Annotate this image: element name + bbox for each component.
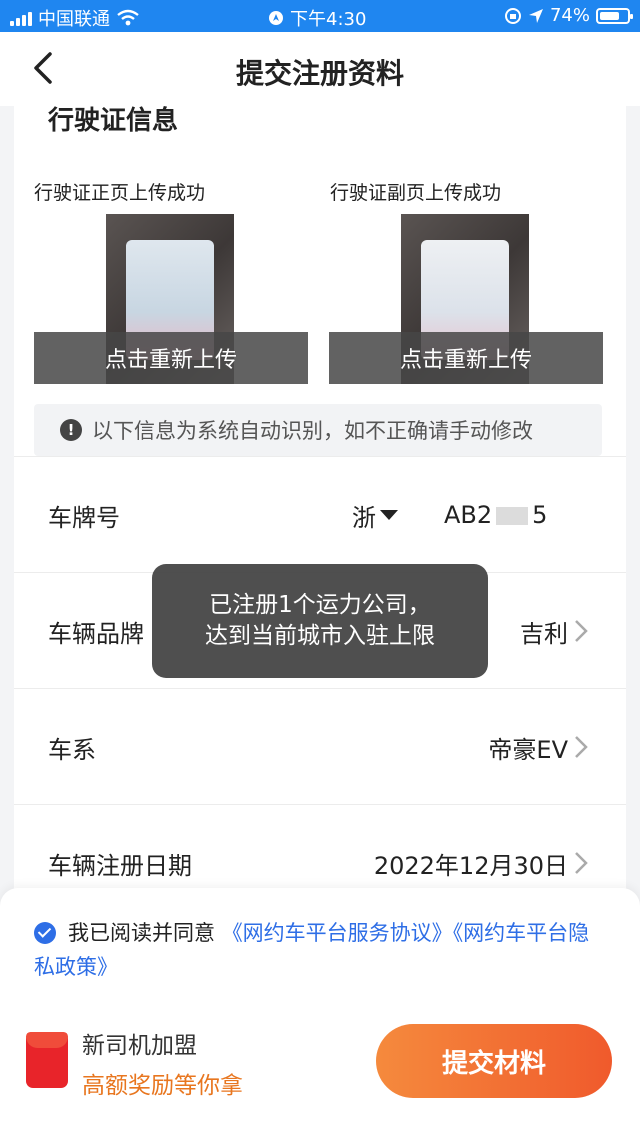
section-title: 行驶证信息 <box>48 106 179 136</box>
plate-number-suffix: 5 <box>532 501 548 529</box>
toast-line-2: 达到当前城市入驻上限 <box>205 623 435 649</box>
chevron-right-icon <box>575 620 588 642</box>
triangle-down-icon <box>380 510 398 520</box>
wifi-icon <box>117 9 139 26</box>
status-center: 下午4:30 <box>268 5 366 31</box>
battery-icon <box>596 7 633 24</box>
plate-label: 车牌号 <box>48 503 120 532</box>
reg-date-value: 2022年12月30日 <box>373 851 568 880</box>
location-icon <box>528 8 543 23</box>
agreement-prefix: 我已阅读并同意 <box>68 921 215 945</box>
promo-title: 新司机加盟 <box>82 1033 197 1059</box>
chevron-right-icon <box>575 736 588 758</box>
page-title: 提交注册资料 <box>235 57 404 90</box>
agreement: 我已阅读并同意 《网约车平台服务协议》《网约车平台隐私政策》 <box>34 916 604 984</box>
limit-toast: 已注册1个运力公司， 达到当前城市入驻上限 <box>152 564 488 678</box>
reg-date-label: 车辆注册日期 <box>48 851 192 880</box>
bottom-panel: 我已阅读并同意 《网约车平台服务协议》《网约车平台隐私政策》 新司机加盟 高额奖… <box>0 888 640 1137</box>
brand-value: 吉利 <box>520 619 568 648</box>
battery-percent: 74% <box>549 5 590 26</box>
signal-icon <box>10 10 32 26</box>
status-time: 下午4:30 <box>290 9 367 30</box>
front-upload-label: 行驶证正页上传成功 <box>34 182 206 204</box>
nav-bar: 提交注册资料 <box>0 32 640 106</box>
submit-button[interactable]: 提交材料 <box>376 1024 612 1098</box>
plate-number-value: AB2 <box>444 501 493 529</box>
alarm-icon <box>269 11 283 25</box>
plate-province-select[interactable]: 浙 <box>352 498 398 533</box>
plate-province-value: 浙 <box>352 503 376 532</box>
plate-number-input[interactable]: AB2 5 <box>444 501 547 529</box>
carrier-label: 中国联通 <box>38 9 110 30</box>
battery-fill <box>600 11 619 20</box>
back-upload-label: 行驶证副页上传成功 <box>330 182 502 204</box>
front-reupload-button[interactable]: 点击重新上传 <box>34 332 308 384</box>
agreement-checkbox[interactable] <box>34 922 56 944</box>
service-agreement-link[interactable]: 《网约车平台服务协议》 <box>222 921 453 945</box>
lock-rotation-icon <box>504 7 521 24</box>
back-reupload-button[interactable]: 点击重新上传 <box>329 332 603 384</box>
status-left: 中国联通 <box>10 5 140 31</box>
chevron-right-icon <box>575 852 588 874</box>
red-packet-icon <box>26 1032 68 1088</box>
back-license-photo[interactable]: 点击重新上传 <box>329 214 603 384</box>
auto-recognition-notice: ! 以下信息为系统自动识别，如不正确请手动修改 <box>34 404 602 456</box>
exclamation-icon: ! <box>60 419 82 441</box>
series-label: 车系 <box>48 735 96 764</box>
promo-subtitle: 高额奖励等你拿 <box>82 1073 243 1099</box>
toast-line-1: 已注册1个运力公司， <box>209 592 431 618</box>
brand-label: 车辆品牌 <box>48 619 144 648</box>
front-license-photo[interactable]: 点击重新上传 <box>34 214 308 384</box>
plate-row: 车牌号 浙 AB2 5 <box>14 456 626 573</box>
status-bar: 中国联通 下午4:30 74% <box>0 0 640 32</box>
series-row[interactable]: 车系 帝豪EV <box>14 688 626 805</box>
notice-text: 以下信息为系统自动识别，如不正确请手动修改 <box>92 419 533 443</box>
series-value: 帝豪EV <box>488 735 568 764</box>
status-right: 74% <box>504 5 633 26</box>
